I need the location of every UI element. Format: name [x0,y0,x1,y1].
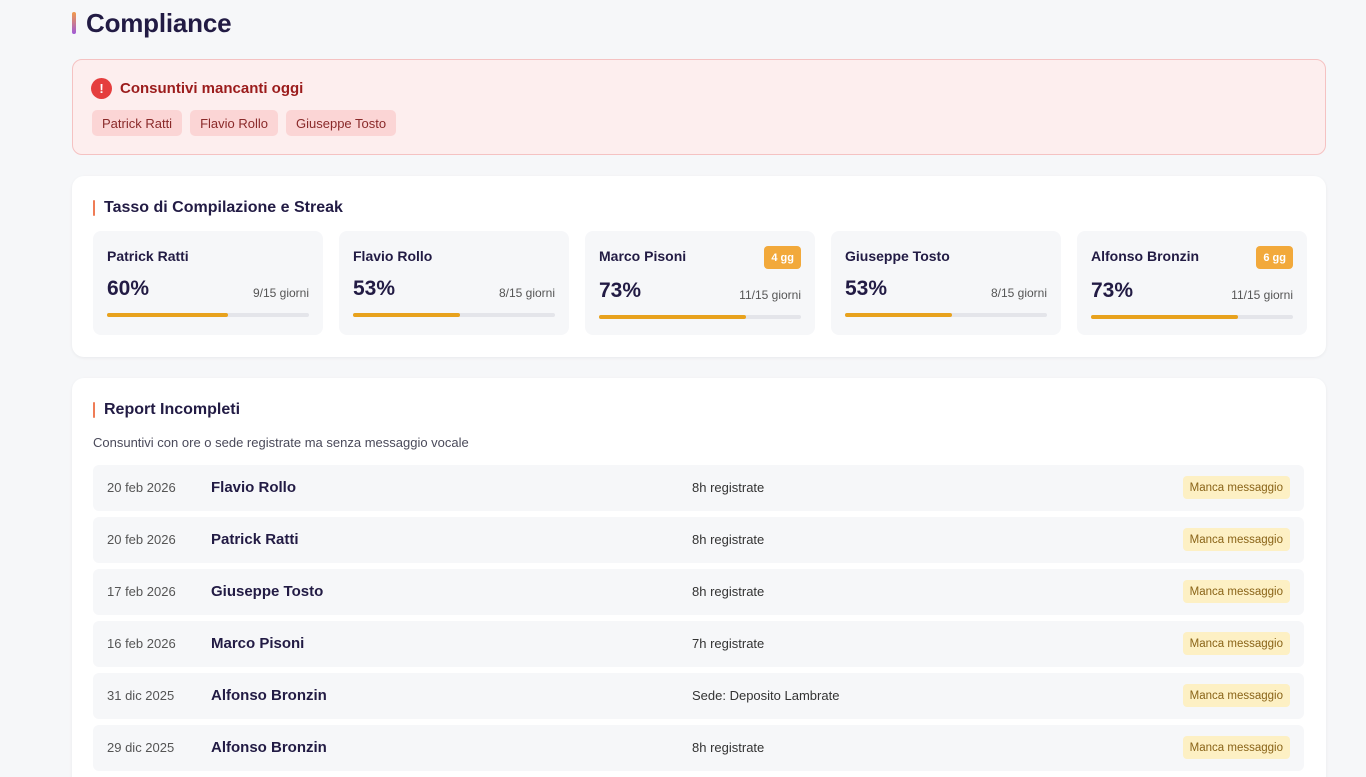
person-name: Flavio Rollo [353,248,433,264]
report-date: 20 feb 2026 [107,532,176,547]
report-person: Giuseppe Tosto [211,583,324,600]
person-stat-card[interactable]: Alfonso Bronzin 6 gg 73% 11/15 giorni [1077,231,1307,335]
completion-percent: 73% [1091,279,1134,302]
page-title: Compliance [72,7,232,38]
report-list: 20 feb 2026 Flavio Rollo 8h registrate M… [93,465,1304,777]
report-date: 20 feb 2026 [107,480,176,495]
section-header: Report Incompleti [93,401,240,419]
report-info: 8h registrate [692,740,765,755]
completion-percent: 73% [599,279,642,302]
section-title: Tasso di Compilazione e Streak [104,199,343,216]
progress-fill [107,313,229,317]
section-subtitle: Consuntivi con ore o sede registrate ma … [93,435,469,450]
report-info: Sede: Deposito Lambrate [692,688,840,703]
section-title: Report Incompleti [104,401,241,418]
person-name: Patrick Ratti [107,248,189,264]
progress-track [107,313,309,317]
progress-fill [599,315,747,319]
incomplete-reports-card: Report Incompleti Consuntivi con ore o s… [72,378,1326,777]
report-row[interactable]: 31 dic 2025 Alfonso Bronzin Sede: Deposi… [93,673,1304,719]
page-title-text: Compliance [86,7,232,38]
streak-badge: 4 gg [764,246,801,269]
report-row[interactable]: 16 feb 2026 Marco Pisoni 7h registrate M… [93,621,1304,667]
report-info: 7h registrate [692,636,765,651]
report-person: Patrick Ratti [211,531,299,548]
report-date: 17 feb 2026 [107,584,176,599]
report-date: 29 dic 2025 [107,740,175,755]
missing-person-chip[interactable]: Flavio Rollo [190,110,278,136]
completion-percent: 53% [845,277,888,300]
alert-circle-icon: ! [91,78,112,99]
missing-message-badge: Manca messaggio [1182,476,1290,499]
alert-header: ! Consuntivi mancanti oggi [91,78,303,99]
completed-days: 8/15 giorni [498,286,555,300]
person-stat-card[interactable]: Giuseppe Tosto 53% 8/15 giorni [831,231,1061,335]
alert-title: Consuntivi mancanti oggi [120,80,304,97]
section-header: Tasso di Compilazione e Streak [93,199,343,217]
missing-reports-alert: ! Consuntivi mancanti oggi Patrick Ratti… [72,59,1326,155]
progress-track [599,315,801,319]
missing-message-badge: Manca messaggio [1182,736,1290,759]
missing-message-badge: Manca messaggio [1182,528,1290,551]
report-info: 8h registrate [692,532,765,547]
alert-people-list: Patrick Ratti Flavio Rollo Giuseppe Tost… [92,110,397,136]
progress-track [353,313,555,317]
completed-days: 8/15 giorni [990,286,1047,300]
section-accent-bar [93,200,95,216]
missing-person-chip[interactable]: Patrick Ratti [92,110,183,136]
section-accent-bar [93,402,95,418]
person-stat-card[interactable]: Patrick Ratti 60% 9/15 giorni [93,231,323,335]
report-person: Alfonso Bronzin [211,687,327,704]
report-row[interactable]: 17 feb 2026 Giuseppe Tosto 8h registrate… [93,569,1304,615]
progress-fill [353,313,461,317]
report-person: Marco Pisoni [211,635,305,652]
completed-days: 9/15 giorni [252,286,309,300]
person-name: Alfonso Bronzin [1091,248,1200,264]
completion-percent: 60% [107,277,150,300]
person-name: Marco Pisoni [599,248,687,264]
report-person: Flavio Rollo [211,479,297,496]
report-info: 8h registrate [692,584,765,599]
report-date: 31 dic 2025 [107,688,175,703]
missing-message-badge: Manca messaggio [1182,632,1290,655]
completed-days: 11/15 giorni [739,288,801,302]
title-accent-bar [72,12,76,34]
report-row[interactable]: 20 feb 2026 Flavio Rollo 8h registrate M… [93,465,1304,511]
completion-percent: 53% [353,277,396,300]
streak-badge: 6 gg [1256,246,1293,269]
report-row[interactable]: 20 feb 2026 Patrick Ratti 8h registrate … [93,517,1304,563]
missing-message-badge: Manca messaggio [1182,580,1290,603]
person-stat-card[interactable]: Marco Pisoni 4 gg 73% 11/15 giorni [585,231,815,335]
completed-days: 11/15 giorni [1231,288,1293,302]
person-stats-list: Patrick Ratti 60% 9/15 giorni Flavio Rol… [93,231,1307,335]
compilation-rate-card: Tasso di Compilazione e Streak Patrick R… [72,176,1326,357]
missing-person-chip[interactable]: Giuseppe Tosto [286,110,397,136]
progress-fill [845,313,953,317]
report-row[interactable]: 29 dic 2025 Alfonso Bronzin 8h registrat… [93,725,1304,771]
progress-track [845,313,1047,317]
person-stat-card[interactable]: Flavio Rollo 53% 8/15 giorni [339,231,569,335]
report-info: 8h registrate [692,480,765,495]
progress-fill [1091,315,1239,319]
missing-message-badge: Manca messaggio [1182,684,1290,707]
person-name: Giuseppe Tosto [845,248,950,264]
progress-track [1091,315,1293,319]
report-person: Alfonso Bronzin [211,739,327,756]
report-date: 16 feb 2026 [107,636,176,651]
